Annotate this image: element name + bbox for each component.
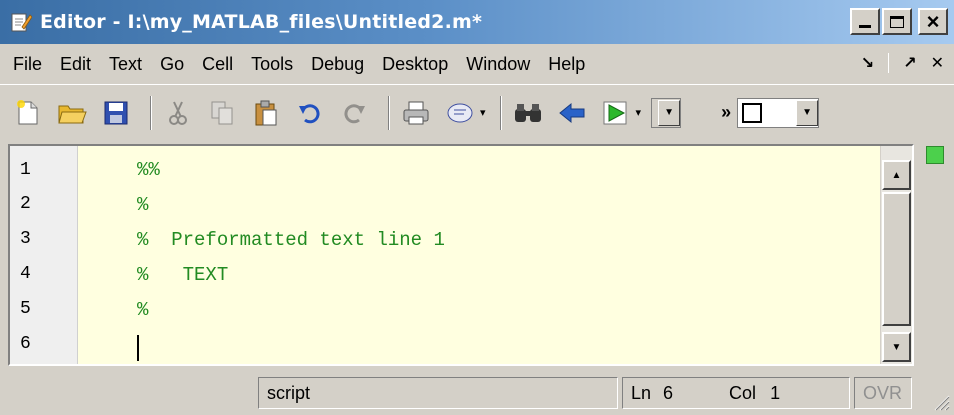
save-button[interactable]	[98, 95, 134, 131]
file-type-field: script	[258, 377, 618, 409]
code-editor[interactable]: 1 2 3 4 5 6 %% % % Preformatted text lin…	[8, 144, 914, 366]
cut-icon	[169, 101, 187, 125]
line-number: 4	[20, 264, 31, 284]
code-line[interactable]: % Preformatted text line 1	[137, 229, 445, 251]
line-number: 3	[20, 229, 31, 249]
toolbar-overflow-icon[interactable]: »	[721, 102, 731, 123]
print-button[interactable]	[398, 95, 434, 131]
comment-icon	[447, 103, 473, 122]
menu-file[interactable]: File	[4, 54, 51, 75]
overwrite-mode-field: OVR	[854, 377, 912, 409]
code-line[interactable]: %	[137, 194, 148, 216]
open-folder-icon	[58, 105, 87, 123]
minimize-icon	[859, 25, 871, 28]
menu-text[interactable]: Text	[100, 54, 151, 75]
line-label: Ln	[631, 382, 652, 403]
close-document-icon[interactable]: ✕	[931, 53, 944, 73]
save-icon	[104, 101, 128, 124]
menu-debug[interactable]: Debug	[302, 54, 373, 75]
run-config-dropdown[interactable]: ▼	[651, 97, 682, 128]
open-file-button[interactable]	[54, 95, 90, 131]
menu-separator	[888, 53, 890, 73]
chevron-down-icon[interactable]: ▼	[796, 99, 819, 126]
text-caret	[137, 335, 139, 361]
chevron-up-icon: ▲	[891, 169, 902, 181]
title-bar[interactable]: Editor - I:\my_MATLAB_files\Untitled2.m*…	[0, 0, 954, 44]
undo-button[interactable]	[292, 95, 328, 131]
line-number-gutter: 1 2 3 4 5 6	[10, 146, 78, 364]
line-number: 6	[20, 334, 31, 354]
close-button[interactable]: ×	[918, 8, 948, 35]
status-bar: script Ln 6 Col 1 OVR	[0, 372, 954, 415]
resize-grip-icon[interactable]	[932, 393, 950, 411]
undo-icon	[299, 103, 320, 123]
copy-icon	[211, 101, 233, 124]
back-arrow-icon	[558, 102, 585, 123]
maximize-icon	[890, 15, 904, 28]
cell-mode-dropdown[interactable]: ▼	[737, 97, 820, 128]
code-analyzer-status-icon[interactable]	[926, 146, 944, 164]
line-number: 5	[20, 299, 31, 319]
code-line[interactable]: % TEXT	[137, 264, 228, 286]
find-icon	[514, 103, 541, 122]
overwrite-label: OVR	[863, 382, 903, 403]
window-title: Editor - I:\my_MATLAB_files\Untitled2.m*	[40, 11, 483, 33]
menu-edit[interactable]: Edit	[51, 54, 100, 75]
line-number: 2	[20, 194, 31, 214]
dock-icon[interactable]: ↘	[861, 53, 874, 73]
redo-button[interactable]	[336, 95, 372, 131]
editor-app-icon	[10, 11, 33, 33]
menu-help[interactable]: Help	[539, 54, 594, 75]
line-value: 6	[663, 382, 674, 403]
undock-icon[interactable]: ↗	[903, 53, 916, 73]
toolbar-separator	[150, 95, 152, 130]
run-icon	[603, 101, 627, 124]
maximize-button[interactable]	[882, 8, 912, 35]
redo-icon	[344, 103, 365, 123]
checkbox-icon	[742, 102, 763, 123]
find-button[interactable]	[510, 95, 546, 131]
paste-icon	[255, 100, 277, 125]
code-line[interactable]: %	[137, 299, 148, 321]
menu-tools[interactable]: Tools	[242, 54, 302, 75]
copy-button[interactable]	[204, 95, 240, 131]
code-line[interactable]: %%	[137, 159, 160, 181]
column-value: 1	[770, 382, 781, 403]
paste-button[interactable]	[248, 95, 284, 131]
line-number: 1	[20, 160, 31, 180]
back-button[interactable]	[554, 95, 590, 131]
comment-button[interactable]	[442, 95, 478, 131]
menu-go[interactable]: Go	[151, 54, 193, 75]
toolbar: ▾ ▾ ▼ » ▼	[0, 84, 954, 140]
scroll-up-button[interactable]: ▲	[882, 160, 911, 190]
scroll-down-button[interactable]: ▼	[882, 332, 911, 362]
chevron-down-icon[interactable]: ▾	[480, 106, 486, 119]
menu-window[interactable]: Window	[457, 54, 539, 75]
chevron-down-icon: ▼	[891, 341, 902, 353]
chevron-down-icon[interactable]: ▾	[636, 106, 642, 119]
minimize-button[interactable]	[850, 8, 880, 35]
run-button[interactable]	[598, 95, 634, 131]
file-type-label: script	[267, 382, 311, 403]
vertical-scrollbar[interactable]: ▲ ▼	[880, 146, 912, 364]
menu-bar: File Edit Text Go Cell Tools Debug Deskt…	[0, 44, 954, 84]
print-icon	[403, 101, 429, 124]
new-file-icon	[17, 99, 38, 124]
new-file-button[interactable]	[10, 95, 46, 131]
toolbar-separator	[499, 95, 502, 130]
toolbar-separator	[388, 95, 390, 130]
cursor-position-field: Ln 6 Col 1	[622, 377, 850, 409]
scrollbar-thumb[interactable]	[882, 192, 911, 326]
menu-desktop[interactable]: Desktop	[373, 54, 457, 75]
column-label: Col	[729, 382, 757, 403]
chevron-down-icon[interactable]: ▼	[658, 99, 681, 126]
menu-cell[interactable]: Cell	[193, 54, 242, 75]
close-icon: ×	[926, 8, 940, 34]
cut-button[interactable]	[160, 95, 196, 131]
